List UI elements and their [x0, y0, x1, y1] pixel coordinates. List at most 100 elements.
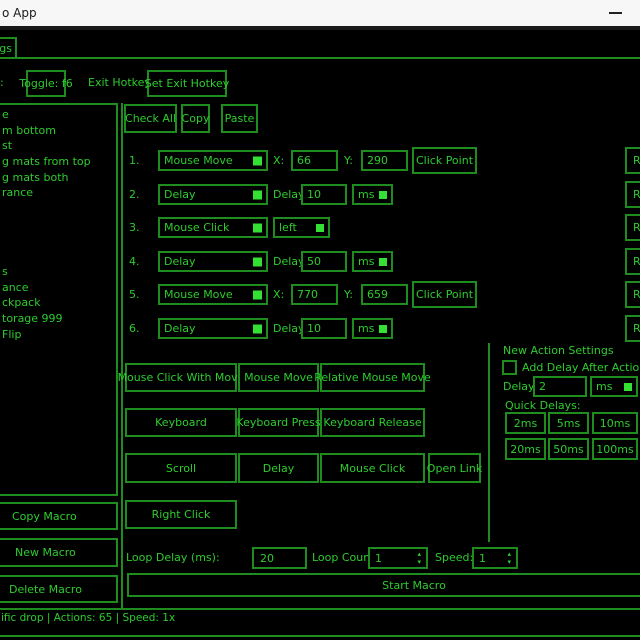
y-input[interactable]: 659 [361, 284, 408, 305]
speed-label: Speed: [435, 551, 473, 564]
list-item[interactable]: g mats both [0, 170, 116, 186]
action-type-dropdown[interactable]: Delay [158, 184, 268, 205]
loop-count-stepper[interactable]: 1 ▴▾ [368, 547, 428, 569]
copy-button[interactable]: Copy [181, 104, 210, 133]
quick-delay-50ms-button[interactable]: 50ms [548, 438, 589, 460]
list-item[interactable] [0, 217, 116, 233]
remove-button[interactable]: Remove [625, 147, 640, 174]
settings-divider [488, 343, 490, 542]
add-delay-checkbox[interactable] [502, 360, 517, 375]
remove-button[interactable]: Remove [625, 181, 640, 208]
action-type-dropdown[interactable]: Delay [158, 251, 268, 272]
remove-button[interactable]: Remove [625, 214, 640, 241]
click-point-button[interactable]: Click Point [412, 147, 477, 174]
list-item[interactable] [0, 248, 116, 264]
minimize-icon [609, 12, 622, 14]
row-number: 4. [129, 255, 140, 268]
new-delay-input[interactable]: 2 [533, 376, 587, 397]
list-item[interactable]: Flip [0, 327, 116, 343]
quick-delay-100ms-button[interactable]: 100ms [592, 438, 638, 460]
mouse-click-with-move-button[interactable]: Mouse Click With Move [125, 363, 237, 392]
list-item[interactable]: e [0, 107, 116, 123]
list-item[interactable]: rance [0, 185, 116, 201]
x-input[interactable]: 770 [291, 284, 338, 305]
click-point-button[interactable]: Click Point [412, 281, 477, 308]
relative-mouse-move-button[interactable]: Relative Mouse Move [320, 363, 425, 392]
list-item[interactable]: ance [0, 280, 116, 296]
x-input[interactable]: 66 [291, 150, 338, 171]
unit-dropdown[interactable]: ms [352, 251, 393, 272]
keyboard-press-button[interactable]: Keyboard Press [238, 408, 319, 437]
quick-delay-2ms-button[interactable]: 2ms [505, 412, 546, 434]
speed-stepper[interactable]: 1 ▴▾ [472, 547, 518, 569]
scroll-button[interactable]: Scroll [125, 453, 237, 483]
unit-value: ms [596, 380, 612, 393]
set-exit-hotkey-button[interactable]: Set Exit Hotkey [147, 70, 227, 97]
title-bar: o App [0, 0, 640, 26]
tabstrip-underline [17, 57, 640, 59]
dropdown-square-icon [253, 223, 262, 232]
stepper-arrows-icon[interactable]: ▴▾ [507, 550, 511, 566]
dropdown-square-icon [253, 324, 262, 333]
unit-dropdown[interactable]: ms [352, 184, 393, 205]
unit-value: ms [358, 322, 374, 335]
mouse-click-button[interactable]: Mouse Click [320, 453, 425, 483]
minimize-button[interactable] [598, 0, 632, 26]
quick-delay-5ms-button[interactable]: 5ms [548, 412, 589, 434]
list-item[interactable]: torage 999 [0, 311, 116, 327]
action-type-dropdown[interactable]: Mouse Move [158, 284, 268, 305]
remove-button[interactable]: Remove [625, 248, 640, 275]
action-type-value: Mouse Move [164, 288, 233, 301]
action-type-value: Delay [164, 188, 196, 201]
list-item[interactable]: m bottom [0, 123, 116, 139]
right-click-button[interactable]: Right Click [125, 500, 237, 529]
unit-value: ms [358, 188, 374, 201]
mouse-move-button[interactable]: Mouse Move [238, 363, 319, 392]
statusbar-bottom-border [0, 635, 640, 637]
dropdown-square-icon [379, 325, 387, 333]
remove-button[interactable]: Remove [625, 315, 640, 342]
list-item[interactable] [0, 201, 116, 217]
action-type-value: Delay [164, 322, 196, 335]
remove-button[interactable]: Remove [625, 281, 640, 308]
check-all-button[interactable]: Check All [124, 104, 177, 133]
paste-button[interactable]: Paste [221, 104, 258, 133]
delay-input[interactable]: 10 [301, 318, 347, 339]
delete-macro-button[interactable]: Delete Macro [0, 575, 118, 603]
speed-value: 1 [479, 552, 486, 565]
action-type-dropdown[interactable]: Mouse Click [158, 217, 268, 238]
list-item[interactable]: st [0, 138, 116, 154]
dropdown-square-icon [253, 290, 262, 299]
quick-delay-10ms-button[interactable]: 10ms [592, 412, 638, 434]
quick-delay-20ms-button[interactable]: 20ms [505, 438, 546, 460]
open-link-button[interactable]: Open Link [428, 453, 481, 483]
keyboard-button[interactable]: Keyboard [125, 408, 237, 437]
quick-delays-label: Quick Delays: [505, 399, 581, 412]
list-item[interactable]: s [0, 264, 116, 280]
action-type-dropdown[interactable]: Delay [158, 318, 268, 339]
list-item[interactable] [0, 233, 116, 249]
list-item[interactable]: ckpack [0, 295, 116, 311]
y-label: Y: [344, 288, 353, 301]
start-macro-button[interactable]: Start Macro [127, 573, 640, 597]
dropdown-square-icon [253, 156, 262, 165]
row-number: 2. [129, 188, 140, 201]
unit-dropdown[interactable]: ms [352, 318, 393, 339]
loop-delay-input[interactable]: 20 [252, 547, 307, 569]
toggle-hotkey-button[interactable]: Toggle: f6 [26, 70, 66, 97]
dropdown-square-icon [624, 383, 632, 391]
y-input[interactable]: 290 [361, 150, 408, 171]
new-macro-button[interactable]: New Macro [0, 538, 118, 567]
keyboard-release-button[interactable]: Keyboard Release [320, 408, 425, 437]
delay-button[interactable]: Delay [238, 453, 319, 483]
mouse-button-dropdown[interactable]: left [273, 217, 330, 238]
new-unit-dropdown[interactable]: ms [590, 376, 638, 397]
list-item[interactable]: g mats from top [0, 154, 116, 170]
delay-input[interactable]: 10 [301, 184, 347, 205]
action-type-dropdown[interactable]: Mouse Move [158, 150, 268, 171]
tab-settings[interactable]: gs [0, 37, 17, 59]
action-type-value: Mouse Move [164, 154, 233, 167]
stepper-arrows-icon[interactable]: ▴▾ [417, 550, 421, 566]
copy-macro-button[interactable]: Copy Macro [0, 502, 118, 530]
delay-input[interactable]: 50 [301, 251, 347, 272]
